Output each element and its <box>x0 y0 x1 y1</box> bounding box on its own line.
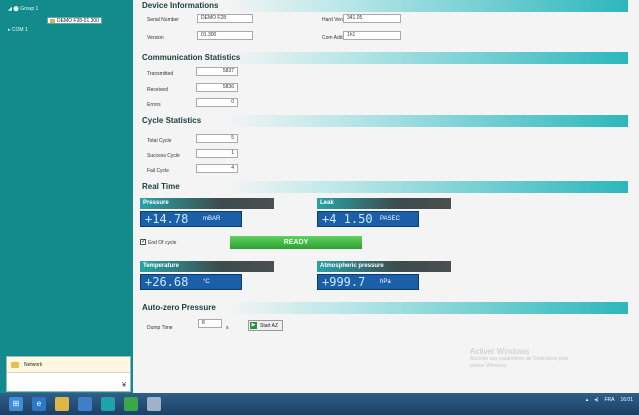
tree-item-device-label: DEMO F28-01.300 <box>57 18 99 24</box>
network-label: Network <box>24 361 43 368</box>
total-cycle-field: 5 <box>196 134 238 143</box>
device-tree-panel: ◢ ⬤ Group 1 DEMO F28-01.300 ▸ COM 1 Netw… <box>0 0 133 393</box>
device-icon <box>50 18 55 23</box>
tree-item-device[interactable]: DEMO F28-01.300 <box>47 17 102 24</box>
end-of-cycle-label: End Of cycle <box>148 240 177 246</box>
temperature-value: +26.68 <box>145 275 189 289</box>
network-tray-icon[interactable]: ▴ <box>586 397 589 403</box>
auto-zero-header: Auto-zero Pressure <box>138 302 628 314</box>
atmospheric-pressure-value: +999.7 <box>322 275 366 289</box>
hard-version-field: 341.05 <box>343 14 401 23</box>
com-address-field: 1h1 <box>343 31 401 40</box>
serial-number-label: Serial Number <box>147 17 179 23</box>
atmospheric-pressure-header: Atmospheric pressure <box>317 261 451 272</box>
tree-item-group[interactable]: ◢ ⬤ Group 1 <box>8 6 38 12</box>
navigation-panel: Network ¥ <box>6 356 131 392</box>
received-label: Received <box>147 87 168 93</box>
dump-time-label: Dump Time <box>147 325 173 331</box>
leak-unit: PASEC <box>380 216 400 222</box>
temperature-display: +26.68 °C <box>140 274 242 290</box>
end-of-cycle-checkbox[interactable]: ✓ <box>140 239 146 245</box>
temperature-header: Temperature <box>140 261 274 272</box>
main-panel: Device Informations Serial Number DEMO F… <box>134 0 639 393</box>
pressure-display: +14.78 mBAR <box>140 211 242 227</box>
communication-stats-header: Communication Statistics <box>138 52 628 64</box>
leak-header: Leak <box>317 198 451 209</box>
dump-time-input[interactable]: 8 <box>198 319 222 328</box>
transmitted-field: 5837 <box>196 67 238 76</box>
app-chart-icon[interactable] <box>147 397 161 411</box>
temperature-unit: °C <box>203 279 210 285</box>
collapse-icon[interactable]: ¥ <box>122 382 126 389</box>
volume-tray-icon[interactable]: ◂) <box>594 397 598 403</box>
errors-field: 0 <box>196 98 238 107</box>
folder-icon <box>11 361 19 368</box>
activation-watermark: Activer Windows Accéder aux paramètres d… <box>470 347 569 370</box>
dump-time-unit: s <box>226 325 229 331</box>
file-explorer-icon[interactable] <box>55 397 69 411</box>
windows-start-icon[interactable]: ⊞ <box>9 397 23 411</box>
errors-label: Errors <box>147 102 161 108</box>
real-time-header: Real Time <box>138 181 628 193</box>
app-green-icon[interactable] <box>124 397 138 411</box>
system-tray: ▴ ◂) FRA 16:01 <box>580 397 633 403</box>
clock[interactable]: 16:01 <box>620 397 633 403</box>
cycle-stats-header: Cycle Statistics <box>138 115 628 127</box>
success-cycle-label: Success Cycle <box>147 153 180 159</box>
watermark-line-1: Accéder aux paramètres de l'ordinateur p… <box>470 356 569 362</box>
tree-item-com[interactable]: ▸ COM 1 <box>8 27 28 33</box>
device-info-header: Device Informations <box>138 0 628 12</box>
network-nav-item[interactable]: Network <box>7 357 130 373</box>
atmospheric-pressure-display: +999.7 hPa <box>317 274 419 290</box>
serial-number-field: DEMO F28 <box>197 14 253 23</box>
transmitted-label: Transmitted <box>147 71 174 77</box>
start-az-label: Start AZ <box>260 322 279 329</box>
start-az-button[interactable]: ▶ Start AZ <box>248 320 284 331</box>
total-cycle-label: Total Cycle <box>147 138 172 144</box>
language-indicator[interactable]: FRA <box>604 397 614 403</box>
pressure-unit: mBAR <box>203 216 221 222</box>
version-label: Version <box>147 35 164 41</box>
watermark-title: Activer Windows <box>470 347 530 356</box>
version-field: 01.300 <box>197 31 253 40</box>
received-field: 5836 <box>196 83 238 92</box>
play-icon: ▶ <box>250 322 257 329</box>
success-cycle-field: 1 <box>196 149 238 158</box>
fail-cycle-field: 4 <box>196 164 238 173</box>
app-blue-icon[interactable] <box>78 397 92 411</box>
pressure-header: Pressure <box>140 198 274 209</box>
taskbar: ⊞ e ▴ ◂) FRA 16:01 <box>0 393 639 415</box>
pressure-value: +14.78 <box>145 212 189 226</box>
fail-cycle-label: Fail Cycle <box>147 168 169 174</box>
leak-value: +4 1.50 <box>322 212 373 226</box>
app-teal-icon[interactable] <box>101 397 115 411</box>
internet-explorer-icon[interactable]: e <box>32 397 46 411</box>
leak-display: +4 1.50 PASEC <box>317 211 419 227</box>
watermark-line-2: activer Windows. <box>470 363 508 369</box>
ready-status-bar: READY <box>230 236 362 249</box>
atmospheric-pressure-unit: hPa <box>380 279 391 285</box>
